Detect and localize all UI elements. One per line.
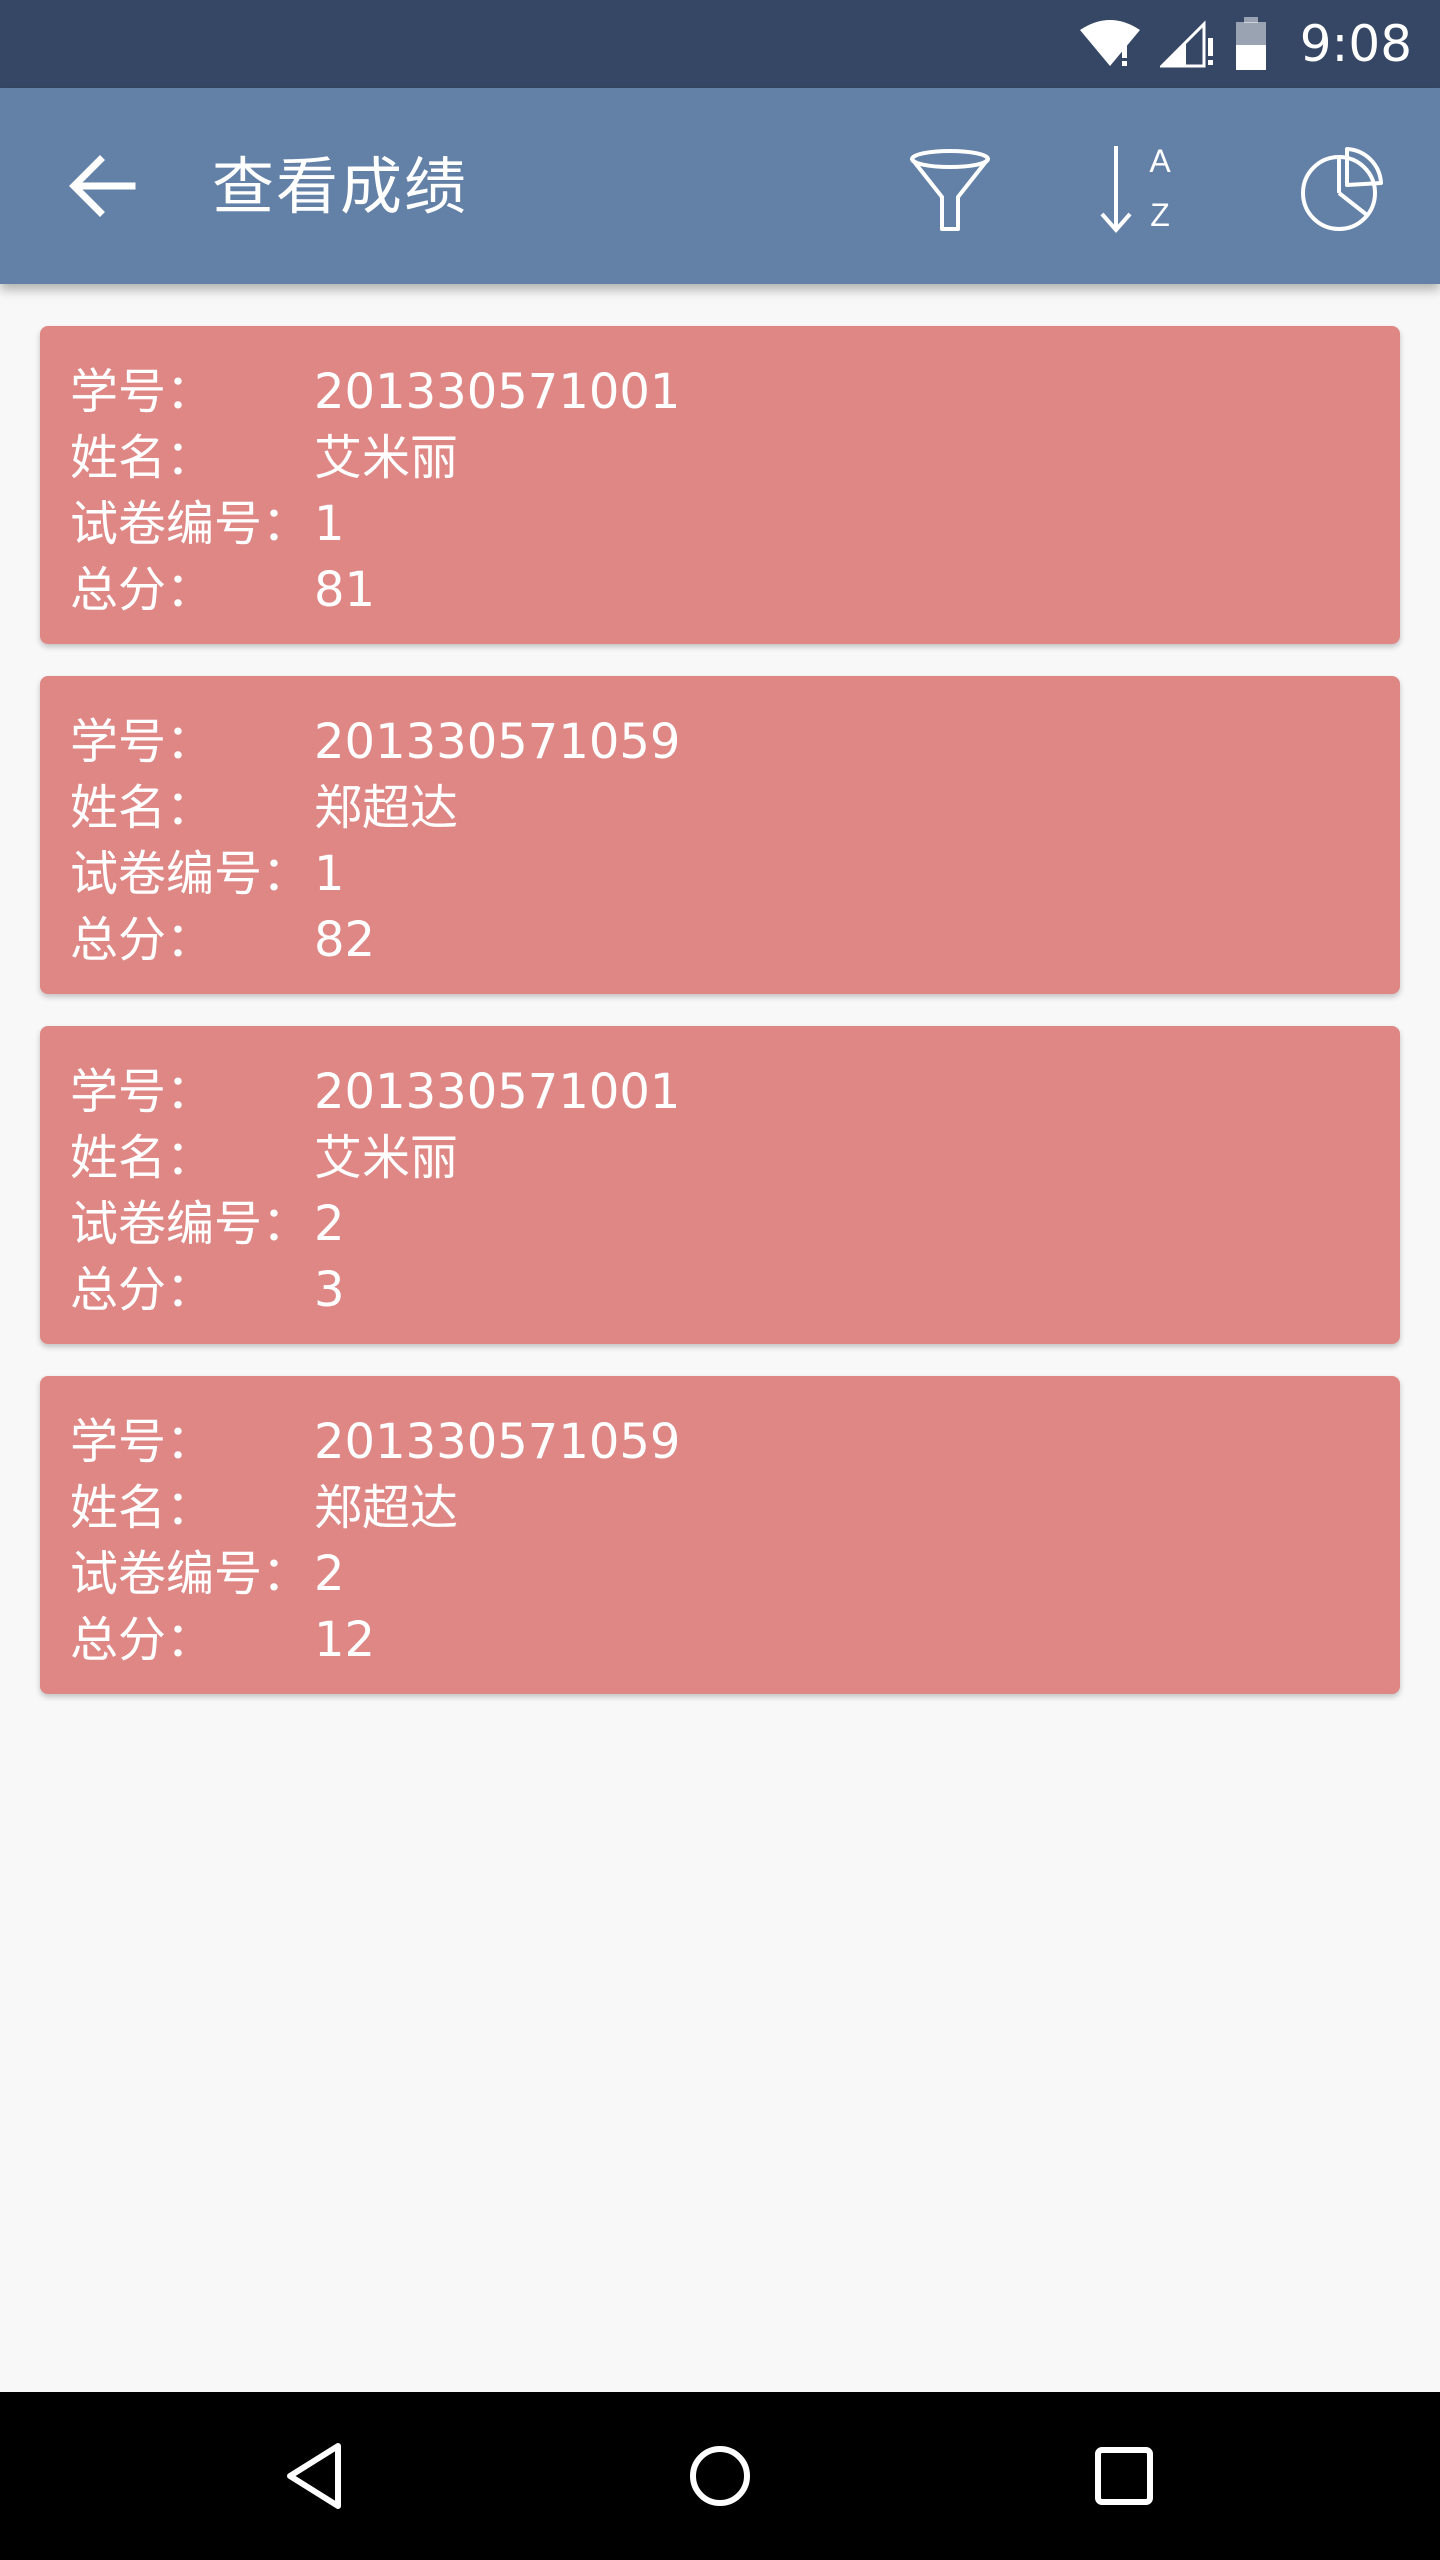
paper-no-row: 试卷编号： 1 (70, 496, 1400, 562)
score-card[interactable]: 学号： 201330571001 姓名： 艾米丽 试卷编号： 1 总分： 81 (40, 326, 1400, 644)
paper-no-row: 试卷编号： 2 (70, 1196, 1400, 1262)
paper-no-value: 1 (314, 496, 345, 552)
total-value: 12 (314, 1612, 376, 1668)
status-time: 9:08 (1299, 15, 1412, 73)
svg-text:A: A (1149, 143, 1171, 179)
student-id-value: 201330571001 (314, 364, 681, 420)
total-row: 总分： 82 (70, 912, 1400, 978)
name-label: 姓名： (70, 1480, 215, 1536)
name-row: 姓名： 艾米丽 (70, 430, 1400, 496)
battery-icon (1234, 17, 1268, 71)
name-value: 郑超达 (314, 780, 459, 836)
score-card[interactable]: 学号： 201330571059 姓名： 郑超达 试卷编号： 1 总分： 82 (40, 676, 1400, 994)
paper-no-label: 试卷编号： (70, 496, 311, 552)
filter-icon (910, 149, 990, 231)
score-card[interactable]: 学号： 201330571059 姓名： 郑超达 试卷编号： 2 总分： 12 (40, 1376, 1400, 1694)
nav-recents-icon (1095, 2447, 1153, 2505)
total-value: 82 (314, 912, 376, 968)
paper-no-label: 试卷编号： (70, 846, 311, 902)
total-label: 总分： (70, 1262, 215, 1318)
page-title: 查看成绩 (212, 150, 469, 223)
paper-no-value: 1 (314, 846, 345, 902)
name-value: 艾米丽 (314, 1130, 459, 1186)
name-label: 姓名： (70, 780, 215, 836)
nav-recents-button[interactable] (1074, 2426, 1174, 2526)
name-row: 姓名： 艾米丽 (70, 1130, 1400, 1196)
signal-icon (1159, 18, 1216, 70)
sort-button[interactable]: A Z (1094, 140, 1194, 240)
status-icons: 9:08 (1078, 0, 1412, 88)
student-id-value: 201330571001 (314, 1064, 681, 1120)
paper-no-row: 试卷编号： 2 (70, 1546, 1400, 1612)
student-id-label: 学号： (70, 364, 215, 420)
nav-back-icon (287, 2443, 341, 2509)
paper-no-label: 试卷编号： (70, 1196, 311, 1252)
total-value: 81 (314, 562, 376, 618)
filter-button[interactable] (900, 140, 1000, 240)
back-button[interactable] (56, 138, 152, 234)
student-id-label: 学号： (70, 1064, 215, 1120)
total-label: 总分： (70, 912, 215, 968)
nav-home-icon (690, 2446, 750, 2506)
paper-no-value: 2 (314, 1196, 345, 1252)
pie-chart-icon (1301, 147, 1383, 231)
name-value: 郑超达 (314, 1480, 459, 1536)
nav-home-button[interactable] (670, 2426, 770, 2526)
chart-button[interactable] (1290, 140, 1390, 240)
student-id-row: 学号： 201330571059 (70, 714, 1400, 780)
nav-back-button[interactable] (266, 2426, 366, 2526)
total-row: 总分： 12 (70, 1612, 1400, 1678)
paper-no-row: 试卷编号： 1 (70, 846, 1400, 912)
score-list: 学号： 201330571001 姓名： 艾米丽 试卷编号： 1 总分： 81 … (40, 326, 1400, 1726)
student-id-row: 学号： 201330571001 (70, 364, 1400, 430)
status-bar: 9:08 (0, 0, 1440, 88)
total-value: 3 (314, 1262, 345, 1318)
paper-no-value: 2 (314, 1546, 345, 1602)
name-row: 姓名： 郑超达 (70, 780, 1400, 846)
name-label: 姓名： (70, 1130, 215, 1186)
sort-az-icon: A Z (1100, 143, 1171, 234)
paper-no-label: 试卷编号： (70, 1546, 311, 1602)
student-id-label: 学号： (70, 714, 215, 770)
total-row: 总分： 3 (70, 1262, 1400, 1328)
student-id-row: 学号： 201330571059 (70, 1414, 1400, 1480)
navigation-bar (0, 2392, 1440, 2560)
student-id-label: 学号： (70, 1414, 215, 1470)
total-label: 总分： (70, 562, 215, 618)
student-id-value: 201330571059 (314, 714, 681, 770)
score-card[interactable]: 学号： 201330571001 姓名： 艾米丽 试卷编号： 2 总分： 3 (40, 1026, 1400, 1344)
student-id-value: 201330571059 (314, 1414, 681, 1470)
wifi-icon (1078, 18, 1142, 70)
name-row: 姓名： 郑超达 (70, 1480, 1400, 1546)
name-value: 艾米丽 (314, 430, 459, 486)
app-bar: 查看成绩 A Z (0, 88, 1440, 284)
total-row: 总分： 81 (70, 562, 1400, 628)
arrow-back-icon (69, 155, 136, 217)
total-label: 总分： (70, 1612, 215, 1668)
student-id-row: 学号： 201330571001 (70, 1064, 1400, 1130)
svg-text:Z: Z (1150, 197, 1170, 233)
name-label: 姓名： (70, 430, 215, 486)
